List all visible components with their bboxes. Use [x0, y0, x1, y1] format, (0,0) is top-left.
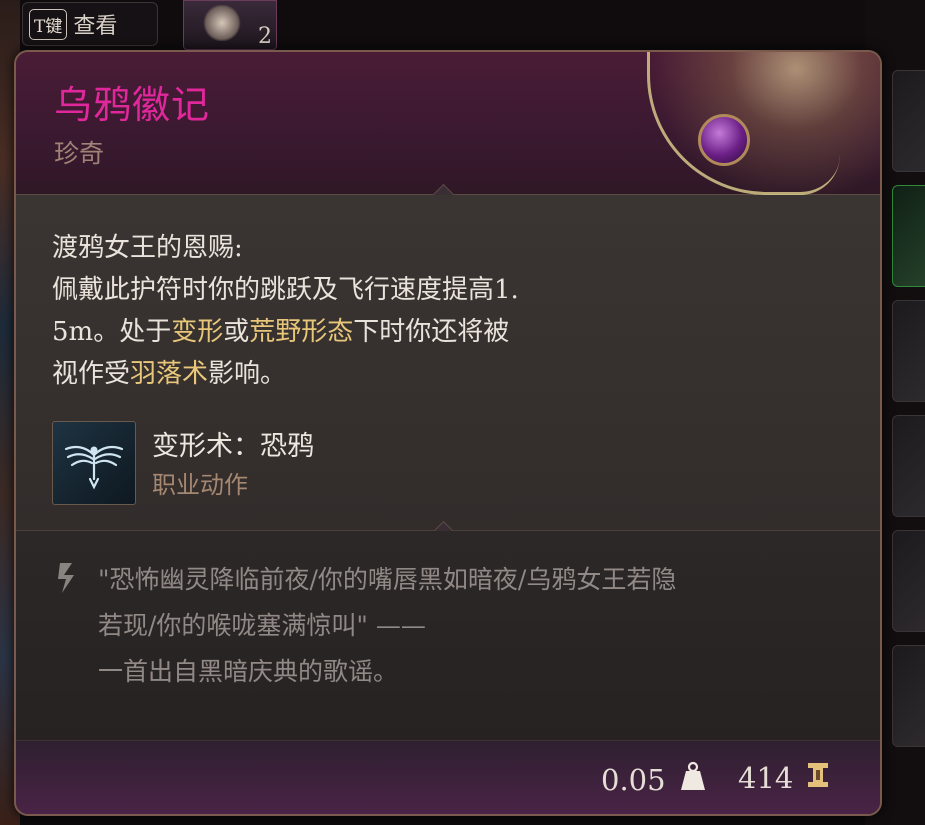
item-weight: 0.05: [601, 761, 706, 798]
tooltip-header: 乌鸦徽记 珍奇: [16, 52, 880, 212]
keyword-wild-form[interactable]: 荒野形态: [249, 317, 353, 347]
inventory-slot[interactable]: [892, 300, 925, 402]
description-title: 渡鸦女王的恩赐:: [52, 233, 243, 263]
item-rarity: 珍奇: [54, 139, 105, 168]
lore-text: "恐怖幽灵降临前夜/你的嘴唇黑如暗夜/乌鸦女王若隐 若现/你的喉咙塞满惊叫" —…: [98, 565, 677, 686]
tooltip-footer: 0.05 414: [16, 740, 880, 814]
amulet-gem-image: [698, 114, 750, 166]
item-tooltip: 乌鸦徽记 珍奇 渡鸦女王的恩赐: 佩戴此护符时你的跳跃及飞行速度提高1. 5m。…: [14, 50, 882, 816]
scroll-icon: [202, 5, 242, 41]
quote-mark-icon: [54, 559, 80, 599]
description-line: 佩戴此护符时你的跳跃及飞行速度提高1.: [52, 275, 519, 305]
weight-icon: [680, 761, 706, 798]
granted-action-type: 职业动作: [152, 471, 248, 499]
inventory-slot[interactable]: [892, 185, 925, 287]
inventory-slot-top[interactable]: 2: [183, 0, 277, 50]
lore-section: "恐怖幽灵降临前夜/你的嘴唇黑如暗夜/乌鸦女王若隐 若现/你的喉咙塞满惊叫" —…: [16, 531, 880, 739]
description-line: 5m。处于变形或荒野形态下时你还将被: [52, 317, 510, 347]
granted-action[interactable]: 变形术：恐鸦 职业动作: [52, 421, 314, 505]
description-line: 视作受羽落术影响。: [52, 359, 287, 389]
weight-value: 0.05: [601, 762, 666, 797]
item-quantity: 2: [258, 24, 272, 49]
item-description: 渡鸦女王的恩赐: 佩戴此护符时你的跳跃及飞行速度提高1. 5m。处于变形或荒野形…: [52, 227, 632, 395]
item-value: 414: [738, 761, 829, 795]
inventory-slot[interactable]: [892, 70, 925, 172]
inventory-slot[interactable]: [892, 645, 925, 747]
inventory-slot[interactable]: [892, 415, 925, 517]
gold-value: 414: [738, 761, 794, 795]
hotkey-t: T键: [29, 8, 68, 40]
gold-icon: [807, 761, 829, 795]
examine-hotkey-hint[interactable]: T键 查看: [22, 2, 158, 46]
examine-label: 查看: [73, 14, 118, 39]
keyword-feather-fall[interactable]: 羽落术: [130, 359, 208, 389]
keyword-wildshape[interactable]: 变形: [171, 317, 223, 347]
tooltip-description-section: 渡鸦女王的恩赐: 佩戴此护符时你的跳跃及飞行速度提高1. 5m。处于变形或荒野形…: [16, 195, 880, 531]
item-name: 乌鸦徽记: [54, 83, 211, 127]
raven-wings-icon: [52, 421, 136, 505]
granted-action-name: 变形术：恐鸦: [152, 431, 314, 462]
inventory-slot[interactable]: [892, 530, 925, 632]
